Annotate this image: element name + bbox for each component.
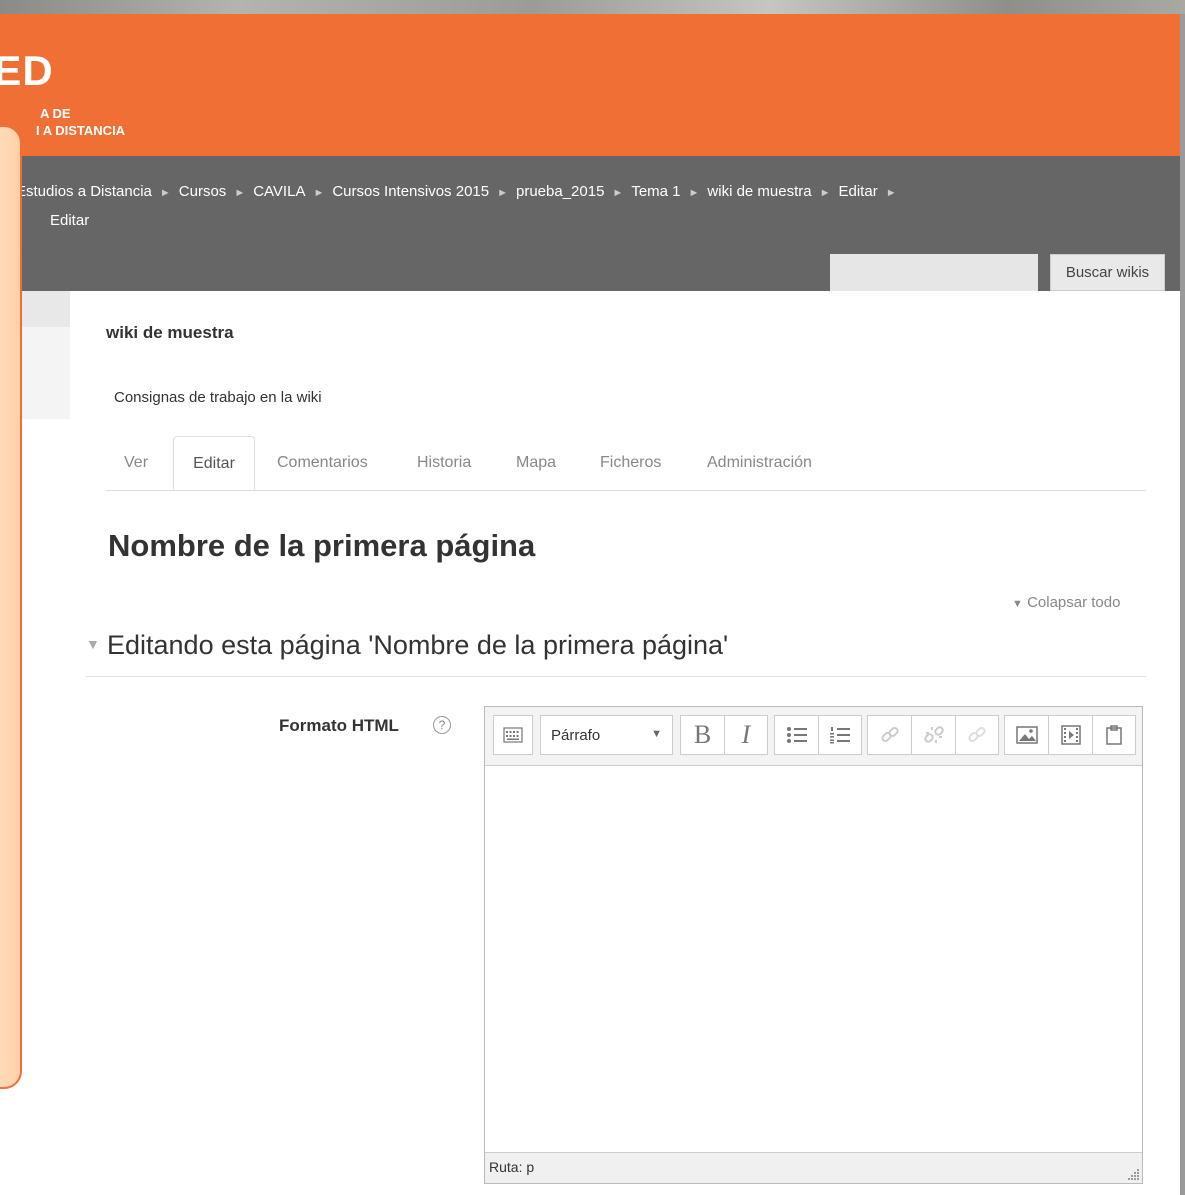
- help-icon[interactable]: ?: [433, 716, 451, 734]
- format-html-label: Formato HTML: [279, 716, 399, 735]
- toolbar-toggle-icon[interactable]: [493, 715, 533, 755]
- site-logo[interactable]: DED: [0, 50, 54, 92]
- collapse-all-label: Colapsar todo: [1027, 594, 1121, 611]
- window-right-border: [1180, 14, 1185, 1195]
- tab-comentarios[interactable]: Comentarios: [277, 436, 368, 489]
- numbered-list-icon[interactable]: [818, 715, 862, 755]
- breadcrumb-item[interactable]: Cursos Intensivos 2015: [332, 183, 489, 200]
- tab-ficheros[interactable]: Ficheros: [600, 436, 661, 489]
- search-wikis-input[interactable]: [830, 254, 1038, 291]
- tab-administracion[interactable]: Administración: [707, 436, 812, 489]
- paste-icon[interactable]: [1092, 715, 1136, 755]
- logo-subtitle-line2: I A DISTANCIA: [36, 123, 126, 138]
- italic-icon[interactable]: I: [724, 715, 768, 755]
- breadcrumb-current: Editar: [50, 212, 90, 229]
- link-icon[interactable]: [867, 715, 911, 755]
- dropdown-arrow-icon: ▼: [651, 728, 662, 740]
- site-header: DED A DE I A DISTANCIA: [0, 14, 1185, 156]
- breadcrumb-separator-icon: ►: [819, 187, 831, 199]
- search-wikis-button[interactable]: Buscar wikis: [1050, 254, 1165, 291]
- breadcrumb-item[interactable]: Estudios a Distancia: [16, 183, 152, 200]
- paragraph-format-value: Párrafo: [551, 727, 601, 744]
- breadcrumb-separator-icon: ►: [612, 187, 624, 199]
- html-editor: Párrafo ▼ B I Ruta: p: [484, 706, 1143, 1184]
- sidebar-callout: [0, 125, 22, 1089]
- editor-toolbar: Párrafo ▼ B I: [485, 707, 1142, 766]
- editor-path: Ruta: p: [489, 1159, 535, 1175]
- breadcrumb-separator-icon: ►: [688, 187, 700, 199]
- breadcrumb-item[interactable]: wiki de muestra: [707, 183, 811, 200]
- bold-icon[interactable]: B: [680, 715, 724, 755]
- editor-status-bar: Ruta: p: [485, 1152, 1142, 1183]
- breadcrumb-item[interactable]: prueba_2015: [516, 183, 604, 200]
- breadcrumb-item[interactable]: Tema 1: [631, 183, 680, 200]
- bullet-list-icon[interactable]: [774, 715, 818, 755]
- triangle-down-icon: ▼: [1012, 598, 1023, 610]
- wiki-description: Consignas de trabajo en la wiki: [114, 389, 322, 406]
- editor-content-area[interactable]: [485, 766, 1142, 1153]
- header-photo-strip: [0, 0, 1185, 14]
- logo-subtitle-line1: A DE: [40, 106, 71, 121]
- section-header[interactable]: ▼ Editando esta página 'Nombre de la pri…: [86, 630, 1146, 677]
- breadcrumb-separator-icon: ►: [885, 187, 897, 199]
- resize-grip-icon[interactable]: [1126, 1167, 1140, 1181]
- anchor-icon[interactable]: [955, 715, 999, 755]
- tab-historia[interactable]: Historia: [417, 436, 471, 489]
- collapse-all-link[interactable]: ▼ Colapsar todo: [1012, 594, 1120, 611]
- paragraph-format-select[interactable]: Párrafo ▼: [540, 715, 673, 755]
- breadcrumb-item[interactable]: CAVILA: [253, 183, 305, 200]
- wiki-title: wiki de muestra: [106, 323, 234, 342]
- navigation-bar: Estudios a Distancia ► Cursos ► CAVILA ► Curso…: [0, 156, 1185, 291]
- wiki-tabs: Ver Editar Comentarios Historia Mapa Fic…: [106, 436, 1146, 491]
- breadcrumb-separator-icon: ►: [159, 187, 171, 199]
- breadcrumb-item[interactable]: Cursos: [179, 183, 227, 200]
- media-icon[interactable]: [1048, 715, 1092, 755]
- breadcrumb: Estudios a Distancia ► Cursos ► CAVILA ► Curso…: [16, 178, 1116, 235]
- tab-ver[interactable]: Ver: [124, 436, 148, 489]
- unlink-icon[interactable]: [911, 715, 955, 755]
- tab-editar[interactable]: Editar: [173, 436, 255, 490]
- image-icon[interactable]: [1004, 715, 1048, 755]
- section-title: Editando esta página 'Nombre de la prime…: [107, 630, 729, 660]
- breadcrumb-separator-icon: ►: [234, 187, 246, 199]
- breadcrumb-item[interactable]: Editar: [839, 183, 878, 200]
- collapse-caret-icon: ▼: [86, 636, 100, 652]
- page-title: Nombre de la primera página: [108, 528, 536, 563]
- breadcrumb-separator-icon: ►: [497, 187, 508, 199]
- breadcrumb-separator-icon: ►: [313, 187, 325, 199]
- tab-mapa[interactable]: Mapa: [516, 436, 556, 489]
